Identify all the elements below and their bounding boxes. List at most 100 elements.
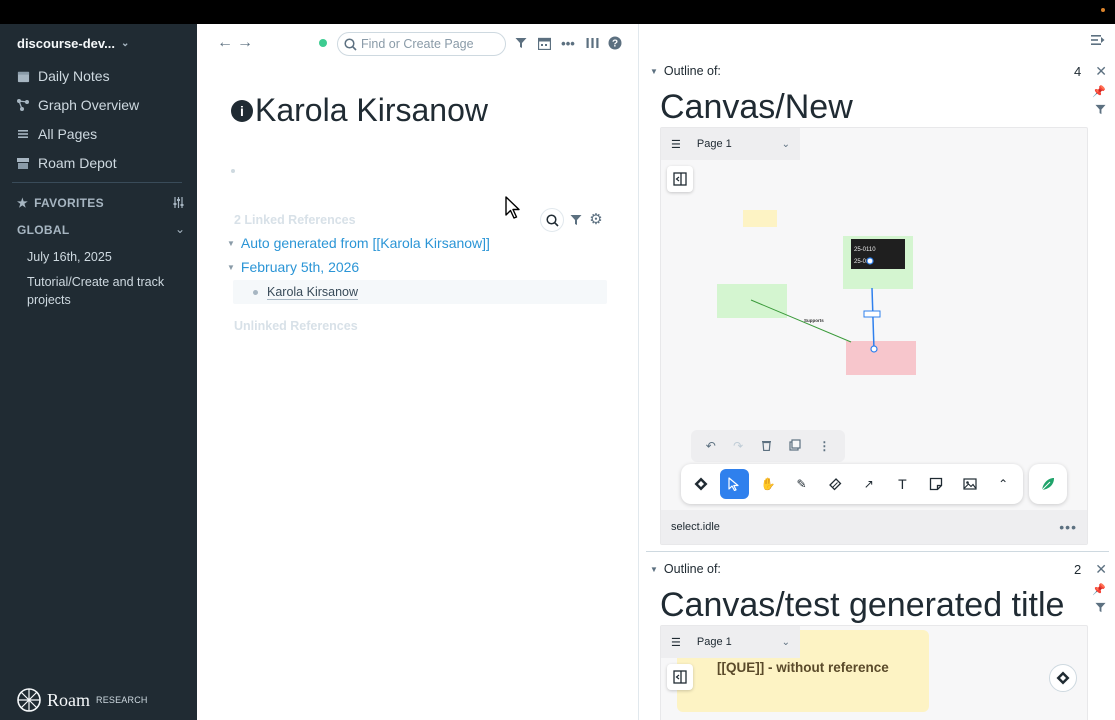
discourse-node-icon [1056, 671, 1070, 685]
help-icon[interactable]: ? [607, 35, 623, 51]
sticky-note-text: [[QUE]] - without reference [717, 660, 889, 675]
unlinked-references-header[interactable]: Unlinked References [234, 319, 358, 333]
leaf-icon [1041, 478, 1054, 491]
calendar-icon[interactable] [536, 35, 552, 51]
image-tool-icon[interactable] [955, 469, 985, 499]
discourse-node-tool-icon[interactable] [686, 469, 716, 499]
page-ref-link[interactable]: Karola Kirsanow [267, 285, 359, 300]
outline-count: 4 [1074, 64, 1082, 79]
more-vertical-icon[interactable]: ⋮ [818, 439, 830, 453]
sidebar-divider [12, 182, 182, 183]
shortcut-item[interactable]: July 16th, 2025 [27, 248, 187, 266]
mouse-cursor-icon [505, 196, 520, 219]
text-tool-icon[interactable]: T [888, 469, 918, 499]
ref-group-link[interactable]: Auto generated from [[Karola Kirsanow]] [241, 235, 490, 251]
graph-icon [16, 98, 30, 112]
sticky-note-tool-icon[interactable] [921, 469, 951, 499]
top-toolbar: ← → ••• ? [197, 24, 639, 64]
undo-icon[interactable]: ↶ [706, 439, 716, 453]
sidebar-panel-icon [673, 670, 687, 684]
close-icon[interactable]: ✕ [1095, 561, 1107, 578]
back-arrow-icon[interactable]: ← [217, 34, 233, 52]
search-icon [344, 37, 357, 51]
nav-daily-notes[interactable]: Daily Notes [16, 68, 110, 84]
pin-icon[interactable]: 📌 [1092, 583, 1106, 596]
canvas-board[interactable]: ☰ Page 1 ⌄ 25-0110 25-01 Supports ↶ ↷ ⋮ … [660, 127, 1088, 545]
ref-group-february[interactable]: ▼ February 5th, 2026 [227, 259, 359, 275]
chevron-down-icon[interactable]: ⌄ [175, 222, 185, 236]
chevron-down-icon: ⌄ [121, 38, 130, 49]
columns-icon[interactable] [584, 35, 600, 51]
duplicate-icon[interactable] [789, 438, 801, 454]
chevron-up-icon[interactable]: ⌃ [988, 469, 1018, 499]
outline-header[interactable]: ▼ Outline of: [650, 562, 721, 576]
close-icon[interactable]: ✕ [1095, 63, 1107, 80]
nav-label: Graph Overview [38, 97, 140, 113]
caret-down-icon[interactable]: ▼ [227, 239, 235, 248]
nav-graph-overview[interactable]: Graph Overview [16, 97, 139, 113]
discourse-node-button[interactable] [1049, 664, 1077, 692]
pencil-icon[interactable]: ✎ [787, 469, 817, 499]
filter-icon[interactable] [1095, 104, 1106, 118]
ref-group-link[interactable]: February 5th, 2026 [241, 259, 359, 275]
search-box[interactable] [337, 32, 506, 56]
pin-icon[interactable]: 📌 [1092, 85, 1106, 98]
reference-block[interactable]: Karola Kirsanow [233, 280, 607, 304]
main-panel: ← → ••• ? i Karola Kirsanow 2 Linked Ref… [197, 24, 639, 720]
toggle-panel-button[interactable] [667, 664, 693, 690]
nav-label: Daily Notes [38, 68, 110, 84]
outline-label: Outline of: [663, 562, 721, 576]
search-refs-button[interactable] [540, 208, 564, 232]
extension-button[interactable] [1029, 464, 1067, 504]
outline-title[interactable]: Canvas/New [660, 88, 853, 127]
outline-header[interactable]: ▼ Outline of: [650, 64, 721, 78]
favorites-label: FAVORITES [34, 196, 104, 210]
select-tool-icon[interactable] [719, 469, 750, 499]
outline-title[interactable]: Canvas/test generated title [660, 586, 1064, 625]
search-input[interactable] [361, 37, 501, 51]
collapse-sidebar-icon[interactable] [1091, 33, 1105, 51]
eraser-icon[interactable] [820, 469, 850, 499]
shortcut-item[interactable]: Tutorial/Create and track projects [27, 273, 187, 309]
caret-down-icon[interactable]: ▼ [227, 263, 235, 272]
info-icon[interactable]: i [231, 99, 253, 122]
empty-block-bullet[interactable] [231, 169, 235, 173]
list-icon [16, 127, 30, 141]
gear-icon[interactable]: ⚙ [588, 211, 604, 228]
arrow-tool-icon[interactable]: ↗ [854, 469, 884, 499]
filter-icon[interactable] [1095, 602, 1106, 616]
nav-label: Roam Depot [38, 155, 117, 171]
canvas-action-bar: ↶ ↷ ⋮ [691, 430, 845, 462]
caret-down-icon[interactable]: ▼ [650, 67, 658, 76]
filter-icon[interactable] [513, 35, 529, 51]
more-icon[interactable]: ••• [1059, 519, 1077, 535]
hamburger-icon[interactable]: ☰ [671, 636, 681, 649]
edge-label: Supports [804, 318, 824, 323]
filter-icon[interactable] [568, 212, 584, 228]
more-icon[interactable]: ••• [560, 35, 576, 51]
trash-icon[interactable] [761, 439, 772, 454]
outline-count: 2 [1074, 562, 1082, 577]
hand-tool-icon[interactable]: ✋ [753, 469, 783, 499]
nav-all-pages[interactable]: All Pages [16, 126, 97, 142]
page-title[interactable]: i Karola Kirsanow [231, 92, 488, 129]
global-header[interactable]: GLOBAL [17, 223, 69, 237]
chevron-down-icon[interactable]: ⌄ [782, 637, 790, 648]
block-bullet[interactable] [253, 290, 258, 295]
caret-down-icon[interactable]: ▼ [650, 565, 658, 574]
graph-selector[interactable]: discourse-dev... ⌄ [17, 36, 129, 51]
forward-arrow-icon[interactable]: → [237, 34, 253, 52]
canvas-board[interactable]: ☰ Page 1 ⌄ [[QUE]] - without reference [660, 625, 1088, 720]
outline-label: Outline of: [663, 64, 721, 78]
global-label: GLOBAL [17, 223, 70, 237]
logo-suffix: RESEARCH [96, 695, 148, 705]
favorites-header[interactable]: ★ FAVORITES [17, 196, 104, 210]
right-sidebar: ▼ Outline of: 4 ✕ 📌 Canvas/New ☰ Page 1 … [640, 24, 1115, 720]
page-menu[interactable]: ☰ Page 1 ⌄ [661, 626, 800, 658]
nav-roam-depot[interactable]: Roam Depot [16, 155, 117, 171]
redo-icon[interactable]: ↷ [733, 439, 743, 453]
sliders-icon[interactable] [172, 196, 185, 212]
nav-label: All Pages [38, 126, 98, 142]
linked-references-header[interactable]: 2 Linked References [234, 213, 356, 227]
ref-group-auto-generated[interactable]: ▼ Auto generated from [[Karola Kirsanow]… [227, 235, 490, 251]
